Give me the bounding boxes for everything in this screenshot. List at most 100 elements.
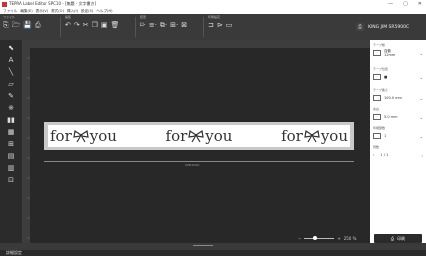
zoom-slider[interactable] bbox=[304, 235, 335, 240]
title-bar: TEPRA Label Editor SPC10 - [無題 - 文字書き] —… bbox=[0, 0, 426, 8]
window-title: TEPRA Label Editor SPC10 - [無題 - 文字書き] bbox=[9, 1, 97, 6]
label-text-1[interactable]: for you bbox=[50, 127, 117, 145]
open-icon[interactable]: 🗁 bbox=[12, 21, 21, 32]
panel-splitter[interactable] bbox=[0, 243, 426, 250]
tape-length-field[interactable]: 100.0 mm ⌄ bbox=[373, 94, 425, 102]
tape-length-icon bbox=[373, 95, 381, 101]
label-text-3[interactable]: for you bbox=[281, 127, 348, 145]
menu-insert[interactable]: 挿入(I) bbox=[67, 9, 78, 14]
tape-position-select[interactable]: ■ ⌄ bbox=[373, 73, 425, 81]
zoom-out-icon[interactable]: − bbox=[298, 236, 301, 241]
printer-settings-icon[interactable]: ⊐ bbox=[208, 21, 214, 29]
paste-icon[interactable]: ▣ bbox=[101, 21, 108, 29]
maximize-button[interactable]: ▢ bbox=[403, 0, 408, 8]
copies-label: 印刷部数 bbox=[373, 126, 386, 130]
image-tool-icon[interactable]: ✎ bbox=[5, 91, 17, 101]
page-navigator[interactable]: ‹ 1 / 1 › bbox=[373, 151, 425, 159]
menu-help[interactable]: ヘルプ(H) bbox=[96, 9, 112, 14]
align-icon[interactable]: ≡· bbox=[149, 21, 157, 30]
tape-width-label: テープ幅 bbox=[373, 43, 385, 47]
frame-icon[interactable]: ⌑· bbox=[140, 21, 146, 30]
text-tool-icon[interactable]: A bbox=[5, 55, 17, 65]
copy-icon[interactable]: ❐ bbox=[92, 21, 98, 29]
minimize-button[interactable]: — bbox=[388, 0, 393, 8]
zoom-knob[interactable] bbox=[313, 235, 318, 240]
detail-settings-bar[interactable]: 詳細設定 bbox=[0, 250, 426, 256]
ribbon-bow-icon bbox=[73, 129, 89, 143]
clip-tool-icon[interactable]: ⊡ bbox=[5, 175, 17, 185]
close-button[interactable]: ✕ bbox=[418, 0, 422, 8]
file-group-label: ファイル bbox=[3, 15, 16, 19]
arrange-icon[interactable]: ⊠ bbox=[181, 21, 187, 30]
print-preview-icon[interactable]: ⎙ bbox=[35, 21, 41, 32]
menu-settings[interactable]: 設定(S) bbox=[81, 9, 93, 14]
layer-icon[interactable]: ⧉· bbox=[160, 21, 167, 30]
cut-icon[interactable]: ✂ bbox=[83, 21, 89, 29]
label-text-2[interactable]: for you bbox=[166, 127, 233, 145]
copies-field[interactable]: 1 ⌄ bbox=[373, 132, 425, 140]
save-icon[interactable]: 💾 bbox=[23, 21, 32, 32]
window-controls: — ▢ ✕ bbox=[388, 0, 422, 8]
margin-field[interactable]: 5.0 mm ⌄ bbox=[373, 113, 425, 121]
dimension-line bbox=[44, 161, 354, 162]
tape-length-section: テープ長さ 100.0 mm ⌄ bbox=[373, 88, 425, 102]
copies-icon bbox=[373, 133, 381, 139]
printer-selector[interactable]: ⎙ KING JIM SR5900C bbox=[356, 14, 426, 40]
tape-width-section: テープ幅 自動 12mm ⌄ bbox=[373, 43, 425, 57]
printer-icon: ⎙ bbox=[356, 23, 364, 31]
tape-position-label: テープ位置 bbox=[373, 67, 388, 71]
chevron-down-icon: ⌄ bbox=[419, 133, 423, 139]
table-tool-icon[interactable]: ⊞ bbox=[5, 139, 17, 149]
vertical-ruler bbox=[22, 48, 30, 243]
properties-panel: テープ幅 自動 12mm ⌄ テープ位置 ■ ⌄ テープ長さ 100.0 mm ⌄ 余… bbox=[370, 40, 426, 243]
app-logo-icon bbox=[2, 1, 7, 7]
zoom-level: 250 % bbox=[343, 235, 357, 241]
page-label: 頁数 bbox=[373, 145, 380, 149]
menu-view[interactable]: 表示(V) bbox=[36, 9, 48, 14]
prev-page-icon[interactable]: ‹ bbox=[373, 153, 374, 157]
edit-group-label: 編集 bbox=[65, 15, 72, 19]
date-tool-icon[interactable]: ▥ bbox=[5, 163, 17, 173]
menu-edit[interactable]: 編集(E) bbox=[20, 9, 32, 14]
label-print-area[interactable]: for you for you for you bbox=[48, 125, 350, 147]
label-canvas[interactable]: for you for you for you 128.0mm − + 250 … bbox=[30, 48, 370, 243]
symbol-tool-icon[interactable]: ※ bbox=[5, 103, 17, 113]
undo-icon[interactable]: ↶ bbox=[65, 21, 71, 29]
shape-tool-icon[interactable]: ▱ bbox=[5, 79, 17, 89]
dimension-text: 128.0mm bbox=[185, 163, 200, 167]
tape-icon[interactable]: ▭ bbox=[226, 21, 233, 29]
menu-format[interactable]: 書式(O) bbox=[51, 9, 64, 14]
ribbon-bow-icon bbox=[304, 129, 320, 143]
zoom-in-icon[interactable]: + bbox=[337, 236, 340, 241]
splitter-handle[interactable] bbox=[193, 245, 213, 246]
detail-settings-label: 詳細設定 bbox=[6, 250, 22, 255]
barcode-tool-icon[interactable]: ▮▮ bbox=[5, 115, 17, 125]
copies-section: 印刷部数 1 ⌄ bbox=[373, 126, 425, 140]
printer-name: KING JIM SR5900C bbox=[368, 24, 410, 30]
left-toolbox: ⬉ A ╲ ▱ ✎ ※ ▮▮ ▦ ⊞ ▤ ▥ ⊡ bbox=[0, 40, 22, 243]
delete-icon[interactable]: 🗑 bbox=[111, 21, 120, 29]
next-page-icon[interactable]: › bbox=[421, 153, 423, 158]
line-tool-icon[interactable]: ╲ bbox=[5, 67, 17, 77]
zoom-control: − + 250 % bbox=[298, 234, 370, 242]
chevron-down-icon: ⌄ bbox=[419, 50, 423, 56]
ribbon-bow-icon bbox=[188, 129, 205, 143]
tape-width-select[interactable]: 自動 12mm ⌄ bbox=[373, 49, 425, 57]
select-tool-icon[interactable]: ⬉ bbox=[5, 43, 17, 53]
continuous-icon[interactable]: ⊳ bbox=[217, 21, 223, 29]
print-button[interactable]: ⎙ 印刷 bbox=[374, 234, 422, 243]
qrcode-tool-icon[interactable]: ▦ bbox=[5, 127, 17, 137]
redo-icon[interactable]: ↷ bbox=[74, 21, 80, 29]
page-section: 頁数 ‹ 1 / 1 › bbox=[373, 145, 425, 159]
new-doc-icon[interactable]: ⎘ bbox=[3, 21, 9, 32]
horizontal-ruler bbox=[22, 40, 370, 55]
menu-file[interactable]: ファイル bbox=[3, 9, 17, 14]
group-icon[interactable]: ⊞· bbox=[170, 21, 178, 30]
print-button-label: 印刷 bbox=[397, 235, 406, 241]
tape-position-section: テープ位置 ■ ⌄ bbox=[373, 67, 425, 81]
frame-tool-icon[interactable]: ▤ bbox=[5, 151, 17, 161]
margin-label: 余白 bbox=[373, 107, 380, 111]
chevron-down-icon: ⌄ bbox=[419, 95, 423, 101]
tape-length-label: テープ長さ bbox=[373, 88, 388, 92]
printer-icon: ⎙ bbox=[390, 236, 395, 241]
